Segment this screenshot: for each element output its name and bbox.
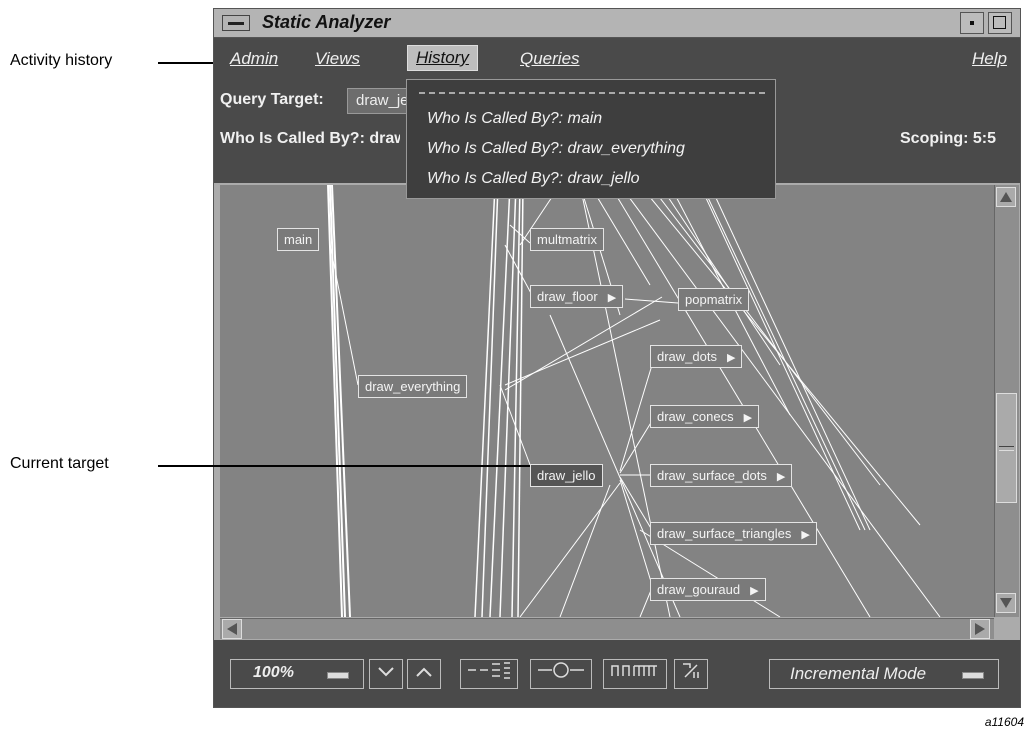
maximize-button[interactable] xyxy=(988,12,1012,34)
node-draw-surface-dots-label: draw_surface_dots xyxy=(657,468,767,483)
menu-bar: Admin Views History Queries Help xyxy=(214,38,1020,78)
node-overview-icon xyxy=(538,662,584,678)
scroll-grip xyxy=(999,446,1014,451)
title-bar: Static Analyzer xyxy=(214,9,1020,38)
expand-arrow-icon[interactable]: ▶ xyxy=(750,584,758,597)
triangle-left-icon xyxy=(227,623,237,635)
triangle-down-icon xyxy=(1000,598,1012,608)
window-menu-button[interactable] xyxy=(222,15,250,31)
scroll-up-arrow[interactable] xyxy=(996,187,1016,207)
history-item-main[interactable]: Who Is Called By?: main xyxy=(427,110,602,128)
node-draw-conecs[interactable]: draw_conecs ▶ xyxy=(650,405,760,428)
menu-admin[interactable]: Admin xyxy=(230,49,278,69)
query-target-label: Query Target: xyxy=(220,91,324,108)
node-draw-conecs-label: draw_conecs xyxy=(657,409,734,424)
minimize-button[interactable] xyxy=(960,12,984,34)
history-item-draw-jello[interactable]: Who Is Called By?: draw_jello xyxy=(427,170,640,188)
node-draw-jello[interactable]: draw_jello xyxy=(530,464,603,487)
call-hierarchy-button[interactable] xyxy=(603,659,667,689)
history-menu: Who Is Called By?: main Who Is Called By… xyxy=(406,79,776,199)
scroll-right-arrow[interactable] xyxy=(970,619,990,639)
call-graph-edges xyxy=(327,185,941,617)
expand-arrow-icon[interactable]: ▶ xyxy=(777,470,785,483)
menu-queries[interactable]: Queries xyxy=(520,49,580,69)
history-item-draw-everything[interactable]: Who Is Called By?: draw_everything xyxy=(427,140,685,158)
node-draw-surface-triangles-label: draw_surface_triangles xyxy=(657,526,792,541)
callout-current-target: Current target xyxy=(10,455,109,472)
node-draw-surface-triangles[interactable]: draw_surface_triangles ▶ xyxy=(650,522,817,545)
node-draw-floor[interactable]: draw_floor ▶ xyxy=(530,285,624,308)
tree-layout-button[interactable] xyxy=(460,659,518,689)
window-title: Static Analyzer xyxy=(262,12,391,32)
expand-arrow-icon[interactable]: ▶ xyxy=(801,528,809,541)
scoping-label: Scoping: 5:5 xyxy=(900,130,997,147)
node-draw-everything[interactable]: draw_everything xyxy=(358,375,468,398)
callout-line-target xyxy=(158,465,530,467)
node-draw-gouraud-label: draw_gouraud xyxy=(657,582,741,597)
bottom-toolbar: 100% Incremental Mode xyxy=(214,640,1020,707)
chevron-down-icon xyxy=(378,667,394,677)
node-draw-floor-label: draw_floor xyxy=(537,289,598,304)
horizontal-scrollbar[interactable] xyxy=(220,618,994,639)
call-hierarchy-icon xyxy=(611,665,657,676)
option-menu-indicator-icon xyxy=(327,672,349,679)
node-draw-gouraud[interactable]: draw_gouraud ▶ xyxy=(650,578,766,601)
figure-id: a11604 xyxy=(984,715,1024,729)
node-draw-surface-dots[interactable]: draw_surface_dots ▶ xyxy=(650,464,793,487)
query-target-field[interactable]: draw_jello xyxy=(347,88,409,114)
query-result-label: Who Is Called By?: draw_jello xyxy=(220,130,400,147)
chevron-up-icon xyxy=(416,667,432,677)
option-menu-indicator-icon xyxy=(962,672,984,679)
expand-arrow-icon[interactable]: ▶ xyxy=(727,351,735,364)
vertical-scrollbar[interactable] xyxy=(994,185,1019,617)
scroll-down-arrow[interactable] xyxy=(996,593,1016,613)
menu-help[interactable]: Help xyxy=(972,49,1007,69)
zoom-value: 100% xyxy=(253,664,294,681)
zoom-menu[interactable]: 100% xyxy=(230,659,364,689)
scroll-down-button[interactable] xyxy=(369,659,403,689)
expand-arrow-icon[interactable]: ▶ xyxy=(608,291,616,304)
expand-arrow-icon[interactable]: ▶ xyxy=(744,411,752,424)
triangle-up-icon xyxy=(1000,192,1012,202)
node-draw-dots-label: draw_dots xyxy=(657,349,717,364)
menu-history[interactable]: History xyxy=(407,45,478,71)
vertical-scroll-thumb[interactable] xyxy=(996,393,1017,503)
minimize-icon xyxy=(970,21,974,25)
rotate-layout-button[interactable] xyxy=(674,659,708,689)
callout-activity-history: Activity history xyxy=(10,52,113,69)
static-analyzer-window: Static Analyzer Admin Views History Quer… xyxy=(213,8,1021,708)
incremental-mode-menu[interactable]: Incremental Mode xyxy=(769,659,999,689)
scroll-up-button[interactable] xyxy=(407,659,441,689)
maximize-icon xyxy=(993,16,1006,29)
triangle-right-icon xyxy=(975,623,985,635)
menu-views[interactable]: Views xyxy=(315,49,360,69)
scroll-left-arrow[interactable] xyxy=(222,619,242,639)
node-main[interactable]: main xyxy=(277,228,320,251)
incremental-mode-label: Incremental Mode xyxy=(790,664,927,683)
node-draw-dots[interactable]: draw_dots ▶ xyxy=(650,345,743,368)
node-multmatrix[interactable]: multmatrix xyxy=(530,228,604,251)
overview-button[interactable] xyxy=(530,659,592,689)
tree-layout-icon xyxy=(468,662,510,679)
rotate-layout-icon xyxy=(683,663,699,678)
tear-off-line[interactable] xyxy=(419,92,765,94)
call-graph-canvas[interactable]: main multmatrix draw_floor ▶ popmatrix dr… xyxy=(220,185,994,617)
node-popmatrix[interactable]: popmatrix xyxy=(678,288,750,311)
